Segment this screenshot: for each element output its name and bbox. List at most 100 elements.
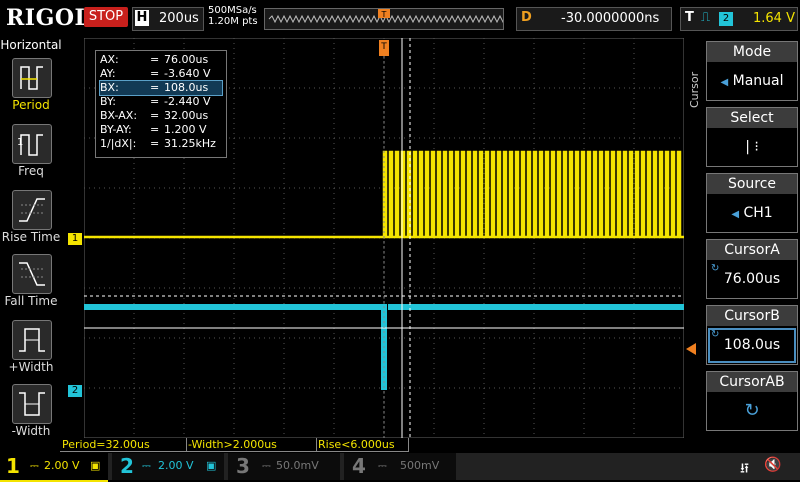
speaker-muted-icon[interactable]: 🔇: [764, 457, 781, 473]
fall-time-label: Fall Time: [4, 294, 58, 308]
trigger-level-marker[interactable]: [686, 343, 696, 355]
cursor-dx-row: BX-AX: = 32.00us: [100, 109, 209, 122]
cursor-freq-value: 31.25kHz: [164, 137, 216, 150]
neg-width-measurement[interactable]: -Width>2.000us: [186, 438, 317, 452]
sample-rate: 500MSa/s: [208, 5, 257, 16]
cursor-bx-row: BX: = 108.0us: [99, 80, 223, 96]
top-status-bar: RIGOL STOP H 200us 500MSa/s 1.20M pts T …: [0, 0, 800, 38]
cursor-by-key: BY:: [100, 95, 116, 108]
left-arrow-icon: ◀: [720, 77, 729, 88]
delay-value: -30.0000000ns: [561, 11, 660, 26]
ch1-ground-marker[interactable]: 1: [68, 233, 82, 245]
cursor-b-softkey[interactable]: ↻ 108.0us: [706, 326, 798, 365]
horizontal-measure-panel: Horizontal Period 1 Freq Rise Time Fall …: [0, 38, 62, 438]
ch1-status[interactable]: 1 ⎓ 2.00 V ▣: [0, 453, 108, 482]
cursor-ab-header: CursorAB: [706, 371, 798, 392]
rise-time-button[interactable]: [12, 190, 52, 230]
trigger-level: 1.64 V: [753, 11, 795, 26]
ch3-number: 3: [236, 454, 250, 478]
trigger-box[interactable]: T ⎍ 2 1.64 V: [680, 7, 798, 31]
neg-width-icon: [19, 392, 45, 416]
cursor-ab-softkey[interactable]: ↻: [706, 392, 798, 431]
delay-box[interactable]: D -30.0000000ns: [516, 7, 672, 31]
cursor-dx-key: BX-AX:: [100, 109, 138, 122]
ch4-status[interactable]: 4 ⎓ 500mV: [344, 453, 456, 480]
ch1-bw-icon: ▣: [90, 459, 101, 472]
ch3-scale: 50.0mV: [276, 459, 319, 472]
rotate-knob-icon: ↻: [711, 329, 720, 340]
cursor-a-softkey[interactable]: ↻ 76.00us: [706, 260, 798, 299]
cursor-ay-value: -3.640 V: [164, 67, 211, 80]
run-stop-status[interactable]: STOP: [84, 7, 128, 27]
ch1-coupling-icon: ⎓: [30, 459, 39, 472]
timebase-value: 200us: [159, 11, 199, 26]
cursor-dy-value: 1.200 V: [164, 123, 207, 136]
period-button[interactable]: [12, 58, 52, 98]
fall-time-button[interactable]: [12, 254, 52, 294]
neg-width-label: -Width: [11, 424, 51, 438]
rotate-knob-icon: ↻: [711, 263, 720, 274]
cursor-menu-tab: Cursor: [688, 71, 701, 109]
cursor-dx-value: 32.00us: [164, 109, 209, 122]
cursor-readout-panel: AX: = 76.00us AY: = -3.640 V BX: = 108.0us BY:…: [95, 50, 227, 158]
trigger-edge-icon: ⎍: [701, 10, 711, 25]
ch4-coupling-icon: ⎓: [378, 459, 387, 472]
cursor-ax-key: AX:: [100, 53, 119, 66]
pos-width-button[interactable]: [12, 320, 52, 360]
freq-button[interactable]: 1: [12, 124, 52, 164]
freq-label: Freq: [18, 164, 44, 178]
ch4-scale: 500mV: [400, 459, 440, 472]
pos-width-label: +Width: [8, 360, 54, 374]
source-value: CH1: [743, 205, 773, 221]
delay-label: D: [521, 10, 532, 25]
ch2-bw-icon: ▣: [206, 459, 217, 472]
sample-rate-info: 500MSa/s 1.20M pts: [208, 5, 258, 27]
ch4-number: 4: [352, 454, 366, 478]
channel-status-bar: 1 ⎓ 2.00 V ▣ 2 ⎓ 2.00 V ▣ 3 ⎓ 50.0mV 4 ⎓…: [0, 453, 800, 482]
trigger-channel: 2: [719, 12, 733, 26]
select-softkey[interactable]: | ⁝: [706, 128, 798, 167]
cursor-ax-row: AX: = 76.00us: [100, 53, 209, 66]
ch1-number: 1: [6, 454, 20, 478]
svg-text:T: T: [381, 10, 387, 19]
mode-header: Mode: [706, 41, 798, 62]
period-label: Period: [12, 98, 50, 112]
cursor-dy-row: BY-AY: = 1.200 V: [100, 123, 207, 136]
rise-measurement[interactable]: Rise<6.000us: [316, 438, 409, 452]
rise-time-label: Rise Time: [1, 230, 61, 244]
trigger-position-marker[interactable]: T: [379, 40, 389, 56]
memory-overview-bar[interactable]: T: [264, 8, 510, 30]
ch2-number: 2: [120, 454, 134, 478]
cursor-ay-key: AY:: [100, 67, 116, 80]
cursor-freq-key: 1/|dX|:: [100, 137, 137, 150]
cursor-bx-value: 108.0us: [164, 81, 209, 94]
trigger-label: T: [685, 10, 694, 25]
neg-width-button[interactable]: [12, 384, 52, 424]
cursor-ax-value: 76.00us: [164, 53, 209, 66]
cursor-by-row: BY: = -2.440 V: [100, 95, 211, 108]
fall-time-icon: [19, 262, 45, 286]
ch3-status[interactable]: 3 ⎓ 50.0mV: [228, 453, 340, 480]
svg-text:1: 1: [17, 137, 23, 148]
pos-width-icon: [19, 328, 45, 352]
period-measurement[interactable]: Period=32.00us: [60, 438, 187, 452]
timebase-box[interactable]: H 200us: [132, 7, 204, 31]
memory-depth: 1.20M pts: [208, 16, 258, 27]
cursor-ay-row: AY: = -3.640 V: [100, 67, 211, 80]
source-softkey[interactable]: ◀ CH1: [706, 194, 798, 233]
cursor-b-header: CursorB: [706, 305, 798, 326]
rise-time-icon: [19, 198, 45, 222]
memory-waveform-icon: T: [268, 9, 510, 24]
mode-softkey[interactable]: ◀ Manual: [706, 62, 798, 101]
timebase-label: H: [135, 10, 149, 26]
cursor-dy-key: BY-AY:: [100, 123, 132, 136]
cursor-a-header: CursorA: [706, 239, 798, 260]
cursor-by-value: -2.440 V: [164, 95, 211, 108]
cursor-bx-key: BX:: [100, 81, 119, 94]
ch3-coupling-icon: ⎓: [262, 459, 271, 472]
brand-logo: RIGOL: [6, 5, 91, 31]
usb-icon: ⭿: [740, 461, 750, 477]
ch1-scale: 2.00 V: [44, 459, 80, 472]
ch2-status[interactable]: 2 ⎓ 2.00 V ▣: [112, 453, 224, 480]
ch2-ground-marker[interactable]: 2: [68, 385, 82, 397]
